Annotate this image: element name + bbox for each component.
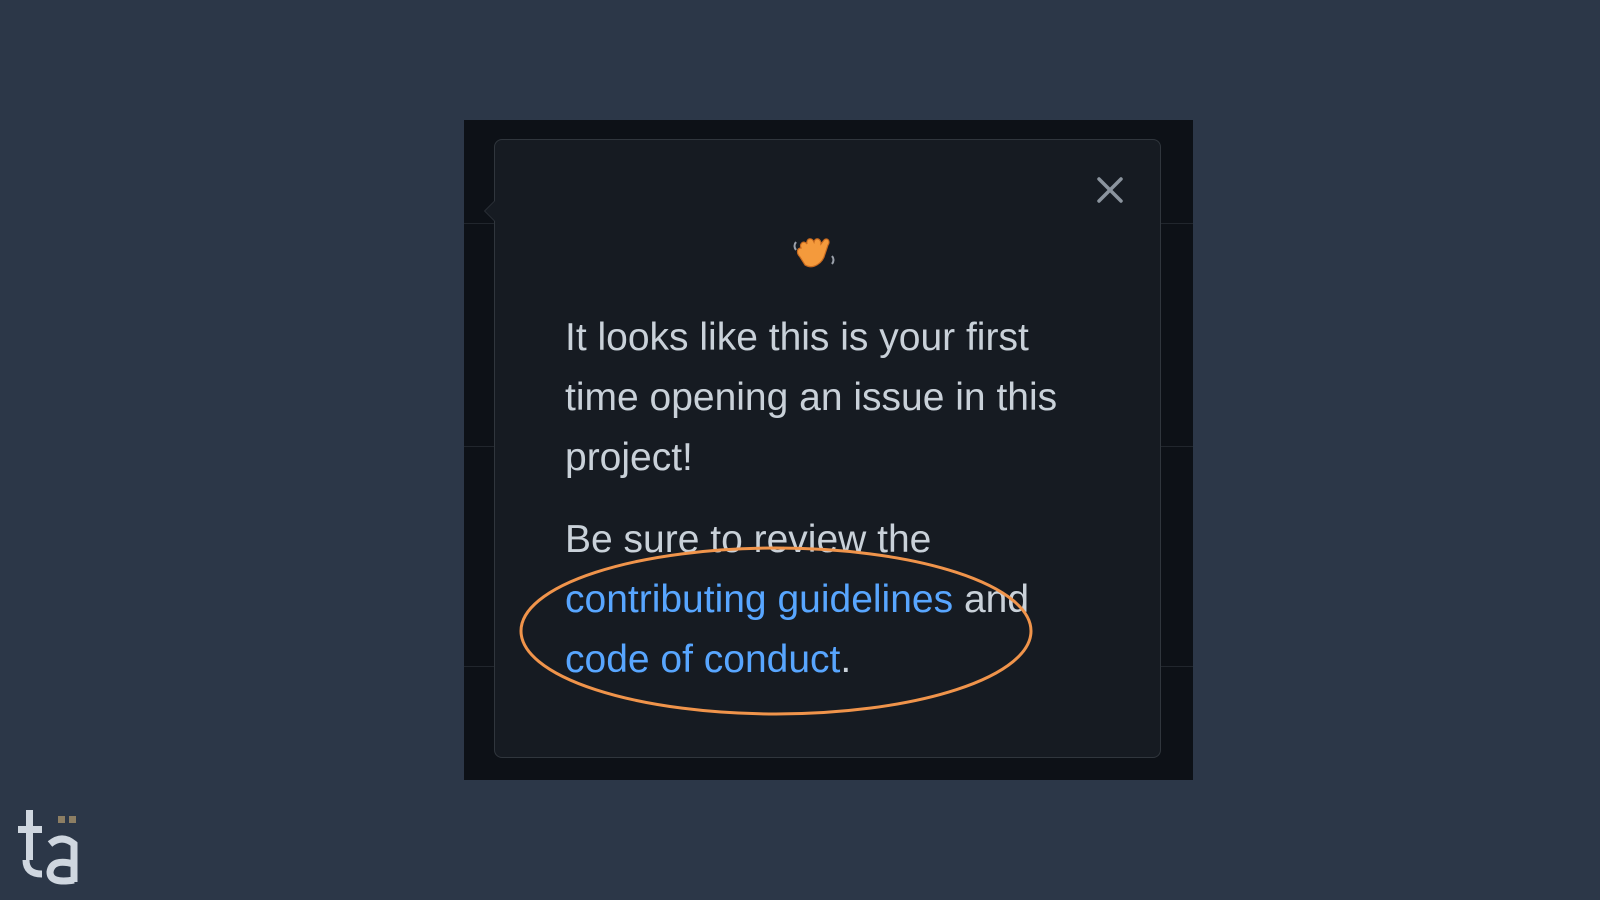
close-icon (1097, 177, 1123, 203)
intro-text: It looks like this is your first time op… (565, 316, 1058, 479)
review-text: Be sure to review the contributing guidel… (565, 510, 1105, 690)
review-prefix: Be sure to review the (565, 518, 932, 561)
ta-logo (14, 808, 88, 888)
slide-stage: It looks like this is your first time op… (0, 0, 1600, 900)
waving-hand-icon (791, 226, 839, 274)
close-button[interactable] (1094, 174, 1126, 206)
popover-message: It looks like this is your first time op… (565, 308, 1105, 690)
code-of-conduct-link[interactable]: code of conduct (565, 638, 840, 681)
terminator-text: . (840, 638, 852, 681)
contributing-guidelines-link[interactable]: contributing guidelines (565, 578, 953, 621)
popover-caret (484, 200, 495, 222)
first-issue-popover: It looks like this is your first time op… (484, 139, 1161, 758)
screenshot-frame: It looks like this is your first time op… (464, 120, 1193, 780)
conjunction-text: and (953, 578, 1030, 621)
